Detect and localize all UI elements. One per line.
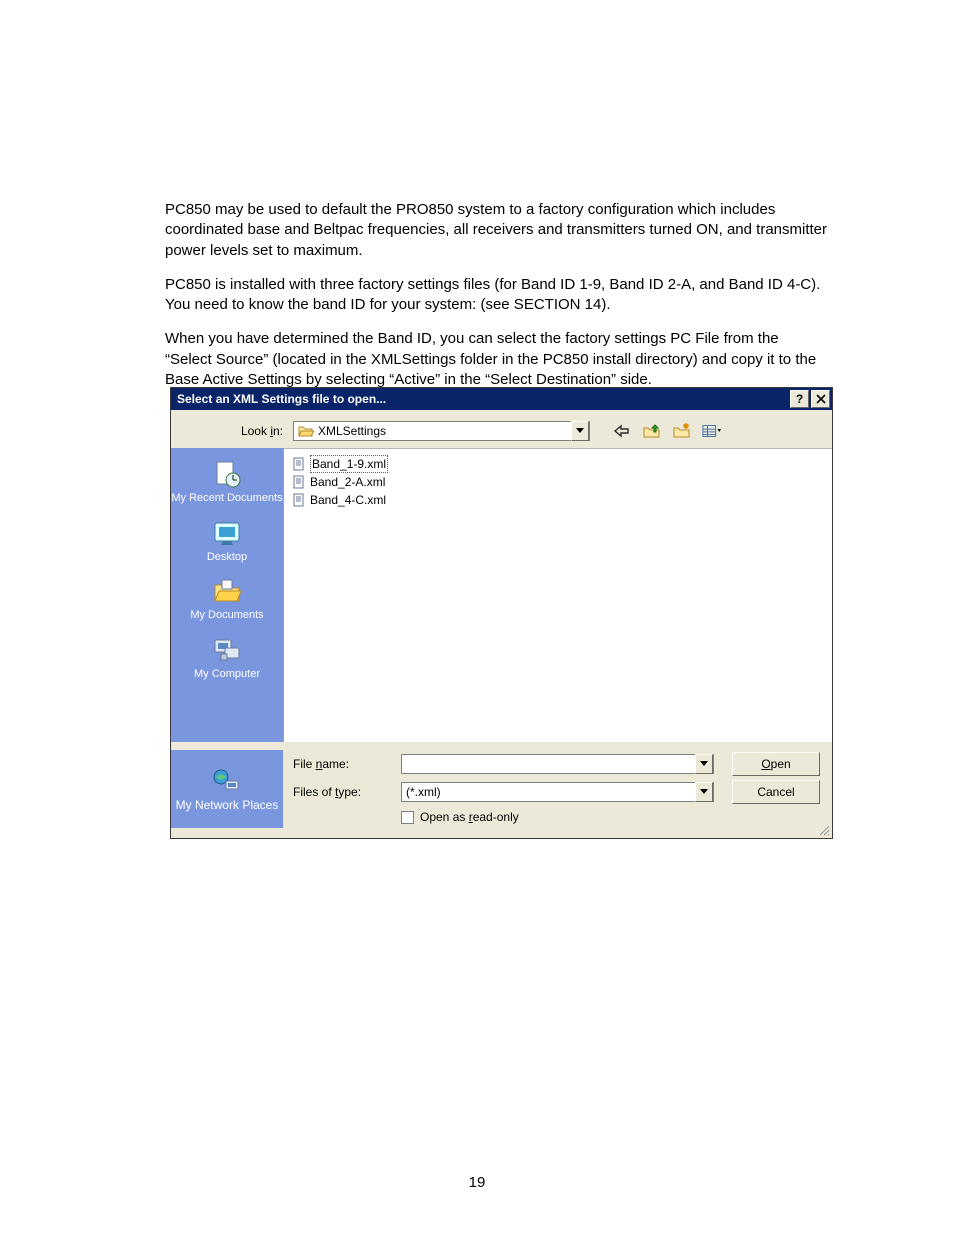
open-button[interactable]: Open — [732, 752, 820, 776]
help-button[interactable]: ? — [790, 390, 809, 408]
view-menu-button[interactable] — [702, 421, 722, 441]
lookin-value: XMLSettings — [318, 423, 571, 439]
folder-open-icon — [298, 424, 314, 438]
back-button[interactable] — [612, 421, 632, 441]
close-icon — [816, 394, 826, 404]
folder-up-icon — [643, 423, 661, 439]
place-recent-documents[interactable]: My Recent Documents — [171, 454, 283, 507]
filetype-dropdown-button[interactable] — [695, 782, 713, 802]
back-arrow-icon — [613, 424, 631, 438]
resize-grip-icon[interactable] — [816, 822, 830, 836]
readonly-checkbox-row[interactable]: Open as read-only — [401, 809, 714, 825]
readonly-label: Open as read-only — [420, 809, 519, 825]
chevron-down-icon — [576, 428, 584, 434]
readonly-checkbox[interactable] — [401, 811, 414, 824]
file-item[interactable]: Band_4-C.xml — [292, 491, 824, 509]
open-file-dialog: Select an XML Settings file to open... ?… — [170, 387, 833, 839]
file-list[interactable]: Band_1-9.xml Band_2-A.xml — [284, 448, 832, 742]
dialog-titlebar: Select an XML Settings file to open... ? — [171, 388, 832, 410]
chevron-down-icon — [700, 761, 708, 767]
network-places-icon — [211, 765, 243, 797]
xml-file-icon — [292, 493, 306, 507]
places-bar: My Recent Documents Desktop — [171, 448, 284, 742]
paragraph: When you have determined the Band ID, yo… — [165, 329, 829, 390]
place-desktop[interactable]: Desktop — [171, 513, 283, 566]
paragraph: PC850 is installed with three factory se… — [165, 275, 829, 316]
place-my-network-places[interactable]: My Network Places — [171, 750, 283, 828]
new-folder-button[interactable] — [672, 421, 692, 441]
file-item[interactable]: Band_1-9.xml — [292, 455, 824, 473]
filename-dropdown-button[interactable] — [695, 754, 713, 774]
cancel-button[interactable]: Cancel — [732, 780, 820, 804]
my-computer-icon — [211, 634, 243, 666]
close-button[interactable] — [811, 390, 830, 408]
filetype-label: Files of type: — [283, 784, 393, 800]
my-documents-icon — [211, 575, 243, 607]
place-my-computer[interactable]: My Computer — [171, 630, 283, 683]
filetype-combo[interactable]: (*.xml) — [401, 782, 714, 802]
lookin-combo[interactable]: XMLSettings — [293, 421, 590, 441]
up-one-level-button[interactable] — [642, 421, 662, 441]
file-item[interactable]: Band_2-A.xml — [292, 473, 824, 491]
chevron-down-icon — [700, 789, 708, 795]
place-my-documents[interactable]: My Documents — [171, 571, 283, 624]
filename-label: File name: — [283, 756, 393, 772]
xml-file-icon — [292, 475, 306, 489]
filename-input[interactable] — [401, 754, 714, 774]
recent-documents-icon — [211, 458, 243, 490]
lookin-dropdown-button[interactable] — [571, 421, 589, 441]
desktop-icon — [211, 517, 243, 549]
dialog-toolbar — [612, 421, 722, 441]
paragraph: PC850 may be used to default the PRO850 … — [165, 200, 829, 261]
folder-new-icon — [673, 423, 691, 439]
dialog-title: Select an XML Settings file to open... — [177, 391, 788, 407]
view-menu-icon — [702, 423, 722, 439]
lookin-label: Look in: — [171, 423, 293, 439]
xml-file-icon — [292, 457, 306, 471]
document-body: PC850 may be used to default the PRO850 … — [165, 200, 829, 390]
page-number: 19 — [0, 1173, 954, 1193]
